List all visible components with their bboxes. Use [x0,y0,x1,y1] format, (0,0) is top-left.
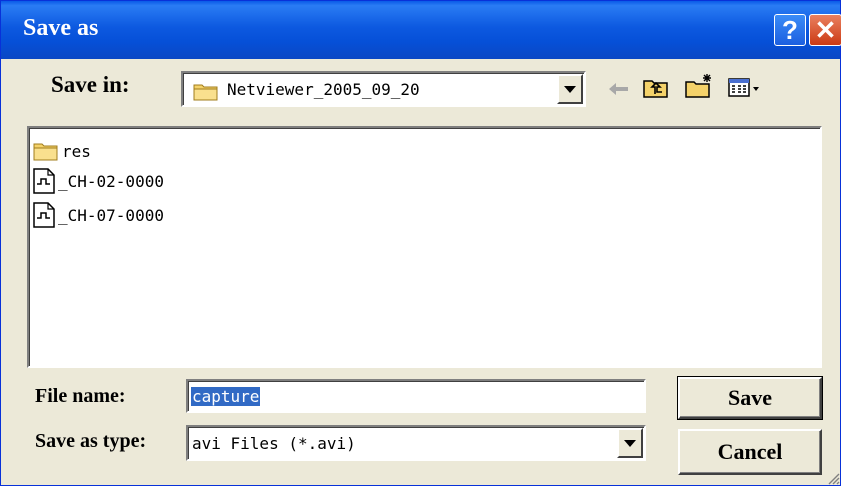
list-item[interactable]: _CH-07-0000 [33,200,164,230]
dialog-title: Save as [23,15,99,41]
file-name-field[interactable]: capture [186,379,646,413]
file-name: _CH-07-0000 [58,205,164,225]
chevron-down-icon [624,439,636,447]
cancel-button[interactable]: Cancel [678,429,822,475]
save-button[interactable]: Save [677,376,823,420]
help-button[interactable]: ? [774,14,806,46]
save-in-value: Netviewer_2005_09_20 [227,80,420,99]
save-in-dropdown[interactable]: Netviewer_2005_09_20 [181,71,586,107]
close-button[interactable]: ✕ [809,14,841,46]
waveform-file-icon [33,202,55,228]
folder-icon [193,84,218,101]
file-list[interactable]: res _CH-02-0000 _CH-07-0000 [27,126,822,368]
file-name-selection: capture [191,387,261,406]
save-as-type-label: Save as type: [35,430,147,452]
save-in-dropdown-button[interactable] [557,74,583,104]
file-name-label: File name: [35,385,126,407]
save-as-type-dropdown[interactable]: avi Files (*.avi) [186,425,646,461]
new-folder-icon[interactable] [685,73,715,99]
waveform-file-icon [33,168,55,194]
folder-icon [33,143,58,161]
list-item[interactable]: res [33,136,91,166]
up-folder-icon[interactable] [643,77,669,99]
save-as-dialog: Save as ? ✕ Save in: Netviewer_2005_09_2… [0,0,841,486]
title-bar[interactable]: Save as ? ✕ [1,1,841,59]
file-name-value: capture [191,387,261,406]
save-as-type-dropdown-button[interactable] [617,428,643,458]
back-arrow-icon[interactable] [608,81,630,97]
view-menu-icon[interactable] [728,78,762,98]
file-name: _CH-02-0000 [58,171,164,191]
save-in-label: Save in: [51,72,130,97]
chevron-down-icon [564,85,576,93]
resize-grip-icon[interactable] [824,469,840,485]
file-name: res [62,141,91,161]
list-item[interactable]: _CH-02-0000 [33,166,164,196]
save-as-type-value: avi Files (*.avi) [192,434,356,453]
